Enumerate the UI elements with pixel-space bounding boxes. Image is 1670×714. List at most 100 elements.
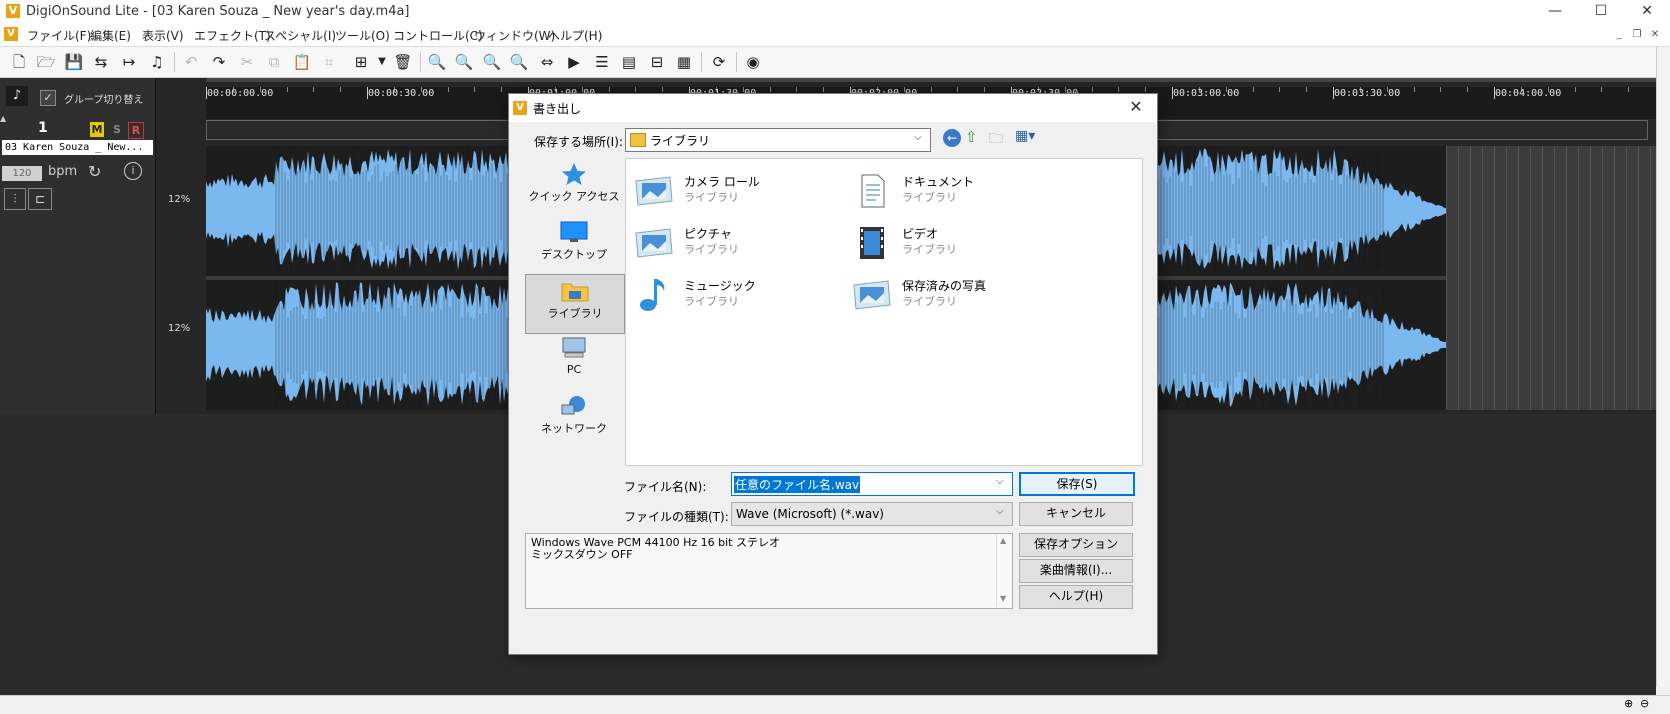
save-icon[interactable]: 💾	[63, 51, 85, 73]
filename-input[interactable]: 任意のファイル名.wav ⌵	[731, 472, 1013, 496]
bpm-input[interactable]: 120	[2, 166, 42, 181]
copy-icon[interactable]: ⧉	[263, 51, 285, 73]
zoom-out-time-icon[interactable]: 🔍	[481, 51, 503, 73]
chevron-down-icon: ⌵	[914, 132, 922, 143]
toolbar-separator	[420, 52, 421, 72]
item-name: ドキュメント	[902, 175, 975, 189]
menu-view[interactable]: 表示(V)	[142, 27, 184, 44]
close-button[interactable]: ✕	[1624, 0, 1670, 24]
new-file-icon[interactable]: 🗋	[8, 51, 30, 73]
menu-special[interactable]: スペシャル(I)	[264, 27, 336, 44]
nav-quick-access[interactable]: クイック アクセス	[525, 158, 623, 216]
zoom-in-level-icon[interactable]: 🔍	[453, 51, 475, 73]
list-item[interactable]: 保存済みの写真 ライブラリ	[852, 275, 1062, 315]
help-button[interactable]: ヘルプ(H)	[1019, 585, 1133, 609]
vertical-scrollbar[interactable]	[1656, 47, 1670, 687]
back-icon[interactable]: ←	[943, 129, 961, 147]
delete-icon[interactable]: 🗑	[392, 51, 414, 73]
maximize-button[interactable]: ☐	[1578, 0, 1624, 24]
menu-window[interactable]: ウィンドウ(W)	[474, 27, 555, 44]
track-name[interactable]: 03 Karen Souza _ New...	[2, 140, 153, 155]
nav-network[interactable]: ネットワーク	[525, 390, 623, 448]
list-item[interactable]: ミュージック ライブラリ	[634, 275, 844, 315]
import-icon[interactable]: ⇆	[90, 51, 112, 73]
mixer-sliders-icon[interactable]: ⫶	[4, 188, 26, 210]
play-range-icon[interactable]: ▶	[563, 51, 585, 73]
track-menu-icon[interactable]: ♪	[6, 86, 28, 106]
monitor-icon[interactable]: ◉	[742, 51, 764, 73]
location-label: 保存する場所(I):	[534, 135, 623, 149]
undo-icon[interactable]: ↶	[180, 51, 202, 73]
mute-button[interactable]: M	[90, 122, 104, 137]
record-button[interactable]: R	[128, 122, 144, 139]
document-icon	[861, 174, 885, 208]
mdi-minimize-icon[interactable]: _	[1612, 29, 1626, 41]
list-item[interactable]: ピクチャ ライブラリ	[634, 223, 844, 263]
nav-pc[interactable]: PC	[525, 332, 623, 390]
zoom-in-time-icon[interactable]: 🔍	[426, 51, 448, 73]
zoom-in-icon[interactable]: ⊕	[1624, 697, 1633, 710]
info-icon[interactable]: i	[124, 162, 142, 180]
scroll-up-icon[interactable]: ▲	[1000, 536, 1006, 545]
dialog-close-button[interactable]: ✕	[1123, 96, 1149, 118]
up-folder-icon[interactable]: ⇧	[965, 128, 978, 146]
list-item[interactable]: ビデオ ライブラリ	[852, 223, 1062, 263]
menu-file[interactable]: ファイル(F)	[27, 27, 91, 44]
location-dropdown[interactable]: ライブラリ ⌵	[625, 128, 931, 152]
fit-width-icon[interactable]: ⇔	[536, 51, 558, 73]
open-folder-icon[interactable]: 🗁	[35, 51, 57, 73]
music-cd-icon[interactable]: ♫	[146, 51, 168, 73]
new-folder-icon[interactable]: 🗀	[989, 128, 1003, 152]
mixer-icon[interactable]: ☰	[591, 51, 613, 73]
marker-icon[interactable]: ⊟	[646, 51, 668, 73]
collapse-arrow-icon[interactable]: ▲	[0, 114, 6, 123]
menu-effect[interactable]: エフェクト(T)	[194, 27, 271, 44]
insert-dropdown-chevron-icon[interactable]: ▼	[371, 51, 393, 73]
effect-chain-icon[interactable]: ⊏	[28, 188, 52, 210]
list-item[interactable]: ドキュメント ライブラリ	[852, 171, 1062, 211]
track-number: 1	[38, 120, 48, 136]
filetype-dropdown[interactable]: Wave (Microsoft) (*.wav) ⌵	[731, 502, 1013, 526]
scroll-down-icon[interactable]: ▼	[1000, 594, 1006, 603]
grid-line	[1590, 146, 1591, 410]
crop-icon[interactable]: ⌗	[318, 51, 340, 73]
info-scrollbar[interactable]: ▲ ▼	[996, 534, 1012, 606]
track-list-icon[interactable]: ▤	[618, 51, 640, 73]
nav-desktop[interactable]: デスクトップ	[525, 216, 623, 274]
save-button[interactable]: 保存(S)	[1019, 472, 1135, 496]
song-info-button[interactable]: 楽曲情報(I)...	[1019, 559, 1133, 583]
toolbar: 🗋 🗁 💾 ⇆ ↦ ♫ ↶ ↷ ✂ ⧉ 📋 ⌗ ⊞ ▼ 🗑 🔍 🔍 🔍 🔍 ⇔ …	[0, 47, 1670, 78]
mdi-close-icon[interactable]: ✕	[1648, 29, 1662, 41]
menu-tool[interactable]: ツール(O)	[335, 27, 390, 44]
view-menu-icon[interactable]: ▦▾	[1015, 128, 1035, 144]
export-icon[interactable]: ↦	[118, 51, 140, 73]
frequency-icon[interactable]: ⟳	[708, 51, 730, 73]
insert-silence-icon[interactable]: ⊞	[350, 51, 372, 73]
cancel-button[interactable]: キャンセル	[1019, 502, 1133, 526]
menu-help[interactable]: ヘルプ(H)	[548, 27, 602, 44]
nav-library[interactable]: ライブラリ	[525, 274, 625, 334]
zoom-out-icon[interactable]: ⊖	[1640, 697, 1649, 710]
effect-panel-icon[interactable]: ▦	[673, 51, 695, 73]
save-options-button[interactable]: 保存オプション(D)...	[1019, 533, 1133, 572]
grid-line	[1494, 146, 1495, 410]
refresh-icon[interactable]: ↻	[88, 162, 101, 181]
file-list[interactable]: カメラ ロール ライブラリ ドキュメント ライブラリ ピクチャ ライブラリ ビデ…	[625, 158, 1143, 466]
redo-icon[interactable]: ↷	[208, 51, 230, 73]
list-item[interactable]: カメラ ロール ライブラリ	[634, 171, 844, 211]
group-toggle-checkbox[interactable]: ✓	[40, 90, 56, 106]
horizontal-overview-bar[interactable]	[206, 78, 1656, 82]
menu-control[interactable]: コントロール(C)	[393, 27, 483, 44]
dialog-title-bar: V 書き出し ✕	[509, 94, 1157, 122]
mdi-restore-icon[interactable]: ❐	[1630, 29, 1644, 41]
format-info-line2: ミックスダウン OFF	[531, 548, 633, 561]
zoom-out-level-icon[interactable]: 🔍	[508, 51, 530, 73]
solo-button[interactable]: S	[110, 122, 124, 137]
cut-icon[interactable]: ✂	[236, 51, 258, 73]
paste-icon[interactable]: 📋	[291, 51, 313, 73]
item-subtitle: ライブラリ	[902, 295, 957, 308]
minimize-button[interactable]: —	[1532, 0, 1578, 24]
menu-edit[interactable]: 編集(E)	[90, 27, 131, 44]
level-label-top: 12%	[168, 194, 191, 205]
video-icon	[860, 227, 884, 259]
